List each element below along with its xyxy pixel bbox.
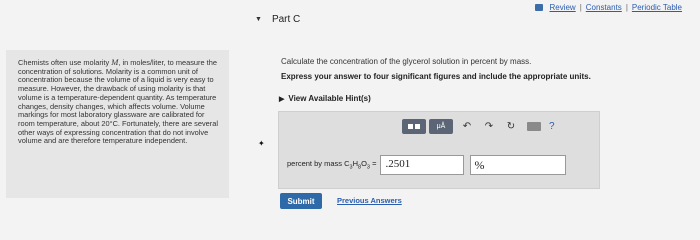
equation-toolbar: μÅ ↶ ↷ ↻ ? xyxy=(402,119,555,134)
info-passage-panel: Chemists often use molarity M, in moles/… xyxy=(6,50,229,198)
question-instruction: Express your answer to four significant … xyxy=(281,72,591,81)
review-icon[interactable] xyxy=(535,3,544,11)
answer-unit-input[interactable]: % xyxy=(470,155,567,175)
hints-label: View Available Hint(s) xyxy=(288,94,371,103)
top-links-bar: Review | Constants | Periodic Table xyxy=(535,0,682,14)
view-hints-link[interactable]: ▶ View Available Hint(s) xyxy=(279,94,371,103)
periodic-table-link[interactable]: Periodic Table xyxy=(632,3,682,12)
mouse-cursor-icon: ✦ xyxy=(258,139,265,148)
answer-box: μÅ ↶ ↷ ↻ ? percent by mass C3H8O3 = .250… xyxy=(278,111,600,189)
question-text: Calculate the concentration of the glyce… xyxy=(281,57,532,66)
review-link[interactable]: Review xyxy=(549,3,575,12)
separator: | xyxy=(579,2,582,12)
constants-link[interactable]: Constants xyxy=(586,3,622,12)
answer-row: percent by mass C3H8O3 = .2501 % xyxy=(287,155,567,175)
part-header[interactable]: ▼ Part C xyxy=(255,14,300,25)
templates-button[interactable] xyxy=(402,119,426,134)
answer-label: percent by mass C3H8O3 = xyxy=(287,159,377,171)
answer-value-input[interactable]: .2501 xyxy=(380,155,465,175)
undo-icon[interactable]: ↶ xyxy=(459,119,475,134)
keyboard-icon[interactable] xyxy=(527,122,541,131)
reset-icon[interactable]: ↻ xyxy=(503,119,519,134)
passage-text: Chemists often use molarity xyxy=(18,58,112,67)
separator: | xyxy=(625,2,628,12)
help-icon[interactable]: ? xyxy=(549,119,555,134)
previous-answers-link[interactable]: Previous Answers xyxy=(337,196,402,205)
passage-text: , in moles/liter, to measure the concent… xyxy=(18,58,219,146)
redo-icon[interactable]: ↷ xyxy=(481,119,497,134)
info-passage: Chemists often use molarity M, in moles/… xyxy=(18,58,222,146)
collapse-caret-icon[interactable]: ▼ xyxy=(255,16,262,23)
submit-button[interactable]: Submit xyxy=(280,193,322,209)
units-button[interactable]: μÅ xyxy=(429,119,453,134)
part-title: Part C xyxy=(271,14,301,25)
play-icon: ▶ xyxy=(279,95,285,103)
